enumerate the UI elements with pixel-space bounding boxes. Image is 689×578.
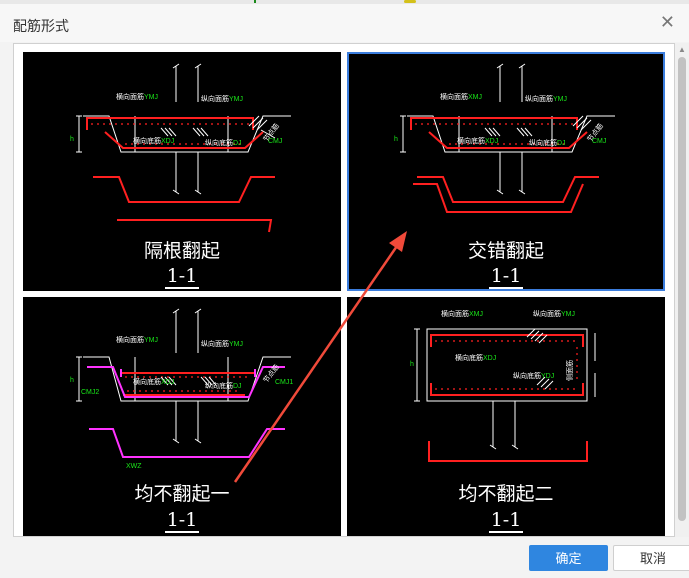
label-bottom-horizontal: 横向底筋XDJ	[133, 379, 175, 386]
label-height: h	[410, 361, 414, 368]
label-bottom-horizontal: 横向底筋XDJ	[133, 138, 175, 145]
option-caption: 隔根翻起	[143, 240, 220, 262]
scroll-up-arrow-icon[interactable]: ▲	[678, 45, 686, 54]
option-card-jiaocuo-fanqi[interactable]: 横向面筋XMJ 纵向面筋YMJ 横向底筋XDJ 纵向底筋DJ CMJ 节点筋 h…	[347, 52, 665, 291]
label-bottom-vertical: 纵向底筋YDJ	[513, 373, 555, 380]
label-height: h	[70, 377, 74, 384]
label-top-horizontal: 横向面筋XMJ	[441, 311, 483, 318]
section-label: 1-1	[164, 265, 200, 289]
options-panel: 横向面筋YMJ 纵向面筋YMJ 横向底筋XDJ 纵向底筋DJ CMJ 节点筋 h…	[13, 43, 675, 537]
label-bottom-vertical: 纵向底筋DJ	[205, 383, 242, 390]
label-xwz: XWZ	[126, 463, 142, 470]
label-top-vertical: 纵向面筋YMJ	[201, 341, 243, 348]
label-top-vertical: 纵向面筋YMJ	[525, 96, 567, 103]
option-caption: 交错翻起	[467, 240, 544, 262]
cancel-button[interactable]: 取消	[613, 545, 689, 571]
strip-marker	[404, 0, 416, 3]
label-bottom-vertical: 纵向底筋DJ	[529, 140, 566, 147]
label-top-vertical: 纵向面筋YMJ	[201, 96, 243, 103]
label-bottom-horizontal: 横向底筋XDJ	[457, 138, 499, 145]
label-top-horizontal: 横向面筋YMJ	[116, 337, 158, 344]
option-caption: 均不翻起一	[134, 483, 230, 505]
label-side-bar: 侧面筋	[567, 360, 574, 381]
dialog-titlebar: 配筋形式 ✕	[0, 4, 689, 42]
section-label: 1-1	[488, 265, 524, 289]
dialog-title: 配筋形式	[13, 18, 69, 34]
vertical-scrollbar[interactable]: ▲	[675, 43, 689, 537]
label-bottom-vertical: 纵向底筋DJ	[205, 140, 242, 147]
label-cmj1: CMJ1	[275, 379, 294, 386]
label-top-horizontal: 横向面筋YMJ	[116, 94, 158, 101]
label-bottom-horizontal: 横向底筋XDJ	[455, 355, 497, 362]
option-card-gegen-fanqi[interactable]: 横向面筋YMJ 纵向面筋YMJ 横向底筋XDJ 纵向底筋DJ CMJ 节点筋 h…	[23, 52, 341, 291]
option-card-jun-bu-fanqi-1[interactable]: 横向面筋YMJ 纵向面筋YMJ 横向底筋XDJ 纵向底筋DJ CMJ1 CMJ2…	[23, 297, 341, 536]
ok-button[interactable]: 确定	[529, 545, 608, 571]
section-label: 1-1	[164, 509, 200, 533]
label-cmj2: CMJ2	[81, 389, 100, 396]
option-card-jun-bu-fanqi-2[interactable]: 横向面筋XMJ 纵向面筋YMJ 横向底筋XDJ 纵向底筋YDJ 侧面筋 h 均不…	[347, 297, 665, 536]
label-top-vertical: 纵向面筋YMJ	[533, 311, 575, 318]
label-height: h	[394, 136, 398, 143]
strip-marker	[254, 0, 256, 3]
label-height: h	[70, 136, 74, 143]
label-top-horizontal: 横向面筋XMJ	[440, 94, 482, 101]
close-icon[interactable]: ✕	[660, 13, 675, 31]
option-caption: 均不翻起二	[458, 483, 554, 505]
scrollbar-thumb[interactable]	[678, 57, 686, 521]
section-label: 1-1	[488, 509, 524, 533]
